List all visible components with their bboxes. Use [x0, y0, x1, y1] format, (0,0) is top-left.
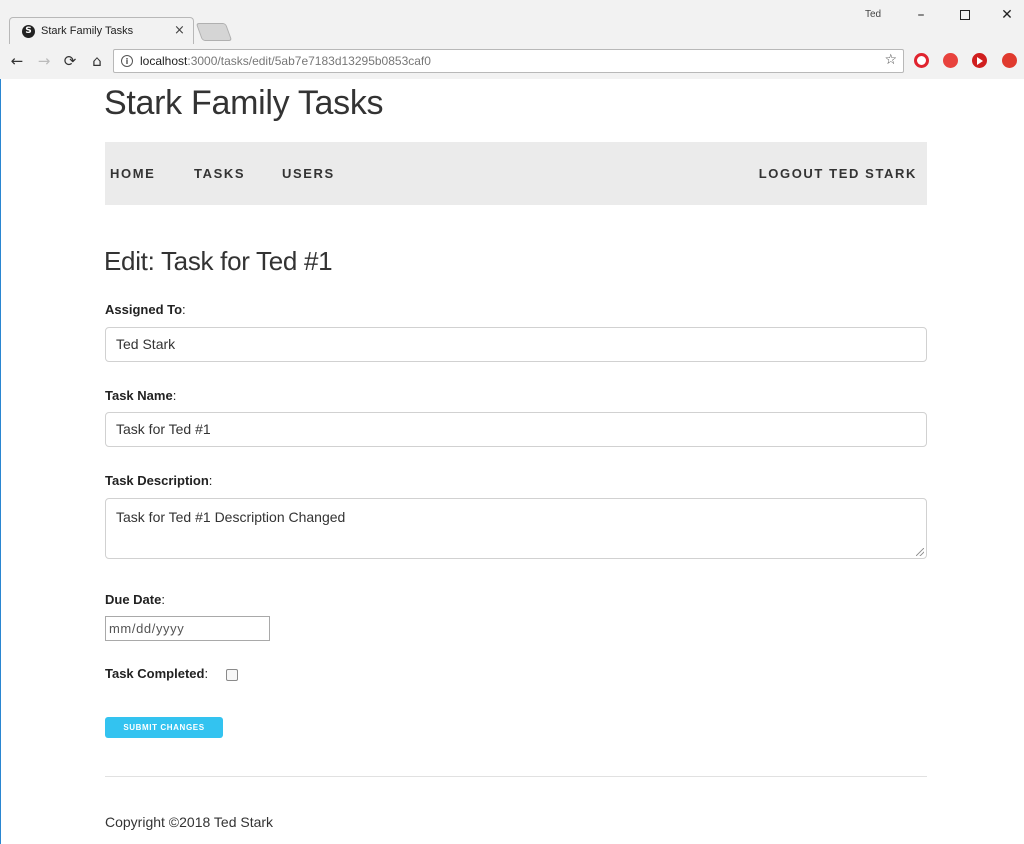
nav-tasks-link[interactable]: TASKS [194, 166, 245, 181]
url-host: localhost [140, 54, 188, 68]
maximize-icon [960, 10, 970, 20]
maximize-button[interactable] [950, 4, 980, 26]
opera-icon[interactable] [914, 53, 929, 68]
home-icon[interactable]: ⌂ [86, 50, 108, 72]
ext-up-arrow-icon[interactable] [1002, 53, 1017, 68]
submit-changes-button[interactable]: SUBMIT CHANGES [105, 717, 223, 738]
new-tab-button[interactable] [195, 23, 233, 41]
browser-chrome: S Stark Family Tasks × Ted – ✕ ← → ⟳ ⌂ i… [0, 0, 1024, 79]
assigned-to-label: Assigned To: [105, 302, 186, 317]
nav-users-link[interactable]: USERS [282, 166, 335, 181]
task-description-label: Task Description: [105, 473, 212, 488]
task-name-label-text: Task Name [105, 388, 173, 403]
tab-title: Stark Family Tasks [41, 25, 134, 37]
browser-toolbar: ← → ⟳ ⌂ i localhost:3000/tasks/edit/5ab7… [0, 44, 1024, 79]
copyright-text: Copyright ©2018 Ted Stark [105, 814, 274, 830]
task-completed-checkbox[interactable] [226, 669, 238, 681]
tab-close-icon[interactable]: × [174, 23, 185, 38]
task-completed-label-text: Task Completed [105, 666, 205, 681]
back-icon[interactable]: ← [6, 50, 28, 72]
site-navbar: HOME TASKS USERS LOGOUT TED STARK [105, 142, 927, 205]
reload-icon[interactable]: ⟳ [59, 50, 81, 72]
forward-icon[interactable]: → [33, 50, 55, 72]
task-description-label-text: Task Description [105, 473, 209, 488]
assigned-to-label-text: Assigned To [105, 302, 183, 317]
due-date-field[interactable]: mm/dd/yyyy [105, 616, 270, 641]
site-info-icon[interactable]: i [121, 55, 133, 67]
task-description-field[interactable]: Task for Ted #1 Description Changed [105, 498, 927, 559]
ext-red-icon[interactable] [943, 53, 958, 68]
resize-grip-icon[interactable] [916, 548, 924, 556]
assigned-to-field[interactable]: Ted Stark [105, 327, 927, 362]
address-bar[interactable]: i localhost:3000/tasks/edit/5ab7e7183d13… [113, 49, 904, 73]
youtube-play-icon[interactable] [972, 53, 987, 68]
due-date-label-text: Due Date [105, 592, 162, 607]
page-content: Stark Family Tasks HOME TASKS USERS LOGO… [0, 79, 1024, 844]
nav-logout-link[interactable]: LOGOUT TED STARK [759, 166, 917, 181]
site-title: Stark Family Tasks [104, 84, 384, 122]
minimize-button[interactable]: – [906, 4, 936, 26]
due-date-label: Due Date: [105, 592, 165, 607]
label-colon: : [182, 302, 186, 317]
task-completed-label: Task Completed: [105, 666, 208, 681]
url-path: :3000/tasks/edit/5ab7e7183d13295b0853caf… [187, 54, 431, 68]
browser-tab[interactable]: S Stark Family Tasks × [9, 17, 194, 44]
close-window-button[interactable]: ✕ [992, 4, 1022, 26]
site-favicon-icon: S [22, 25, 35, 38]
label-colon: : [172, 388, 177, 403]
label-colon: : [161, 592, 165, 607]
label-colon: : [208, 473, 213, 488]
label-colon: : [204, 666, 209, 681]
bookmark-star-icon[interactable]: ☆ [884, 52, 897, 68]
url-text: localhost:3000/tasks/edit/5ab7e7183d1329… [140, 54, 431, 68]
title-bar: S Stark Family Tasks × Ted – ✕ [0, 0, 1024, 44]
task-name-label: Task Name: [105, 388, 176, 403]
task-description-value: Task for Ted #1 Description Changed [116, 509, 346, 525]
profile-name[interactable]: Ted [865, 9, 881, 20]
nav-home-link[interactable]: HOME [110, 166, 155, 181]
task-name-field[interactable]: Task for Ted #1 [105, 412, 927, 447]
page-title: Edit: Task for Ted #1 [104, 246, 333, 276]
footer-divider [105, 776, 927, 777]
